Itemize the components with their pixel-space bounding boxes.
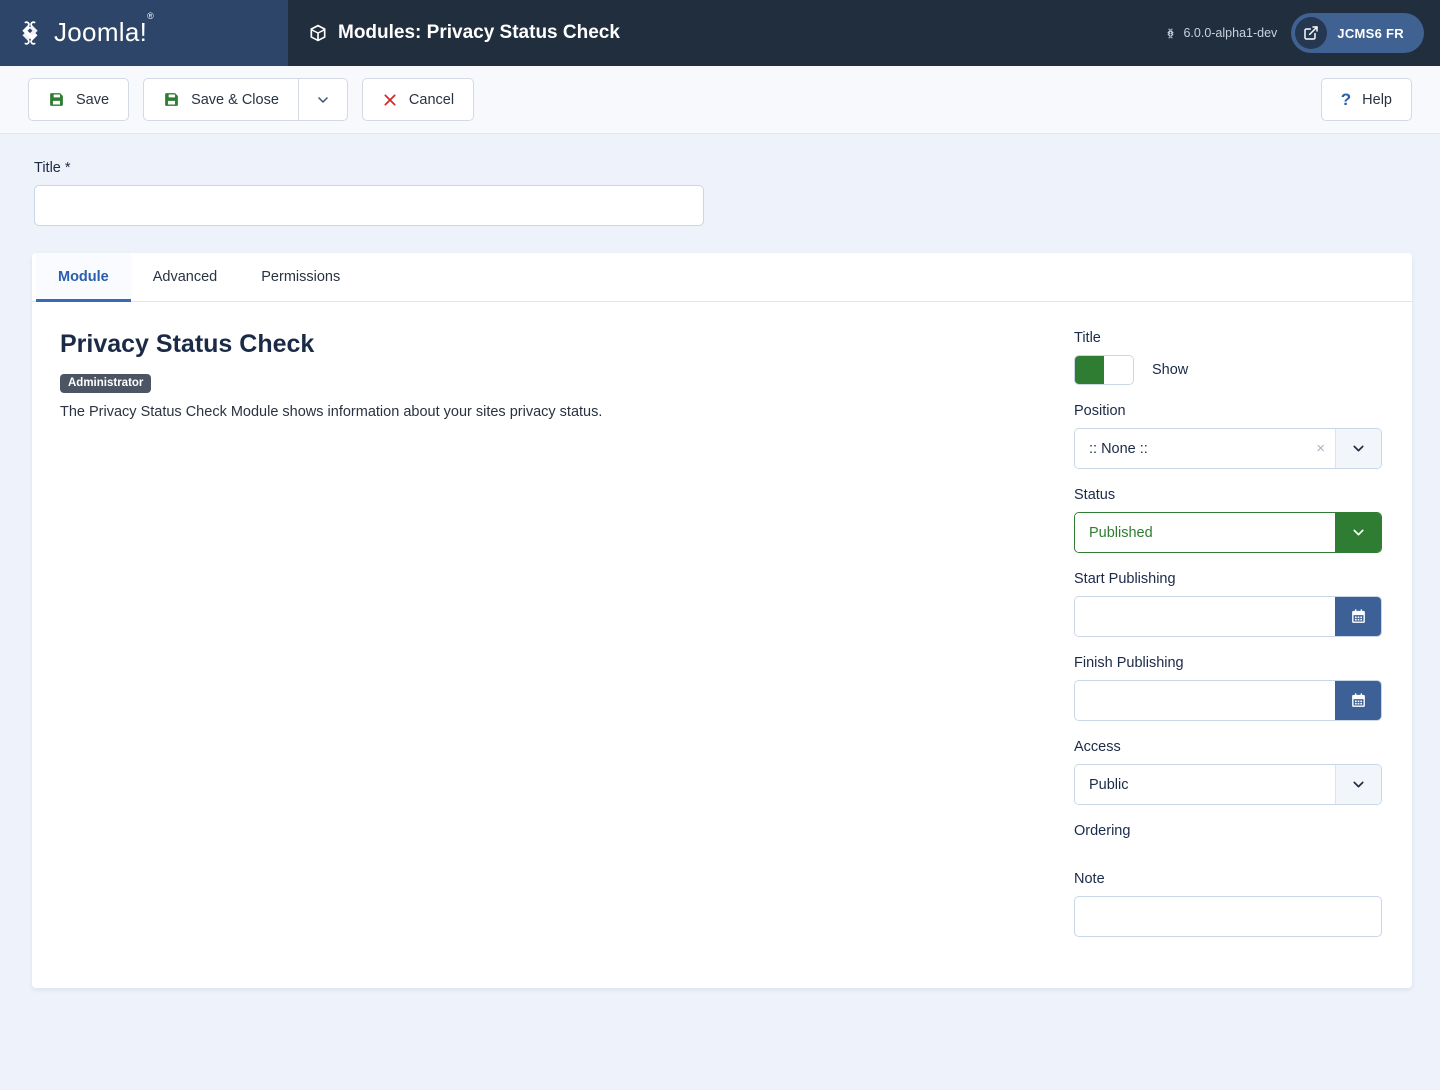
save-close-button-label: Save & Close [191, 91, 279, 108]
client-badge: Administrator [60, 374, 152, 393]
position-clear-icon[interactable]: × [1306, 429, 1335, 468]
show-title-toggle-label: Show [1152, 362, 1189, 378]
joomla-mini-icon [1167, 28, 1175, 38]
chevron-down-icon [1353, 445, 1364, 452]
help-button[interactable]: ? Help [1320, 78, 1412, 121]
start-publishing-field: Start Publishing [1074, 571, 1382, 637]
app-header: Joomla!® Modules: Privacy Status Check 6… [0, 0, 1440, 66]
tab-advanced-label: Advanced [152, 269, 218, 285]
brand-wordmark: Joomla!® [54, 10, 155, 47]
cube-icon [310, 24, 326, 42]
access-label: Access [1074, 739, 1121, 755]
status-label: Status [1074, 487, 1116, 503]
toggle-off-segment [1104, 356, 1133, 384]
position-field: Position :: None :: × [1074, 403, 1382, 469]
save-icon [50, 93, 63, 106]
save-button[interactable]: Save [28, 78, 130, 121]
editor-toolbar: Save Save & Close Cancel ? Help [0, 66, 1440, 134]
access-value: Public [1075, 765, 1335, 804]
editor-panel-wrap: Module Advanced Permissions Privacy Stat… [0, 226, 1440, 988]
close-icon [384, 93, 396, 106]
position-value: :: None :: [1075, 429, 1307, 468]
help-button-label: Help [1362, 91, 1392, 108]
title-field-label: Title * [34, 160, 71, 176]
save-button-label: Save [76, 91, 110, 108]
cancel-button-label: Cancel [408, 91, 455, 108]
tab-module[interactable]: Module [36, 253, 131, 302]
question-mark-icon: ? [1340, 89, 1352, 109]
show-title-field: Title Show [1074, 330, 1382, 385]
ordering-label: Ordering [1074, 823, 1131, 839]
tab-permissions-label: Permissions [261, 269, 341, 285]
title-field-block: Title * [0, 134, 1440, 226]
version-text: 6.0.0-alpha1-dev [1183, 26, 1278, 40]
version-badge: 6.0.0-alpha1-dev [1164, 26, 1277, 40]
status-value: Published [1075, 513, 1335, 552]
external-link-icon [1295, 17, 1328, 49]
module-options-sidebar: Title Show Position :: None :: × Status … [1074, 330, 1382, 955]
ordering-field: Ordering [1074, 823, 1382, 839]
show-title-toggle-row: Show [1074, 355, 1382, 385]
module-description: The Privacy Status Check Module shows in… [60, 404, 603, 420]
visit-site-button[interactable]: JCMS6 FR [1291, 13, 1424, 53]
module-name: Privacy Status Check [60, 330, 315, 358]
joomla-logo-icon [22, 21, 38, 45]
calendar-icon [1352, 693, 1365, 707]
show-title-toggle[interactable] [1074, 355, 1134, 385]
toggle-on-segment [1075, 356, 1104, 384]
start-publishing-value[interactable] [1075, 597, 1335, 636]
save-close-group: Save & Close [143, 78, 348, 121]
save-close-button[interactable]: Save & Close [143, 78, 298, 121]
module-info-section: Privacy Status Check Administrator The P… [60, 330, 1074, 955]
note-field: Note [1074, 871, 1382, 937]
chevron-down-icon [318, 96, 328, 103]
finish-publishing-label: Finish Publishing [1074, 655, 1184, 671]
note-label: Note [1074, 871, 1105, 887]
access-dropdown-toggle[interactable] [1335, 765, 1381, 804]
header-right-group: 6.0.0-alpha1-dev JCMS6 FR [1164, 0, 1440, 66]
tab-bar: Module Advanced Permissions [32, 253, 1412, 302]
chevron-down-icon [1353, 781, 1364, 788]
note-input[interactable] [1074, 896, 1382, 937]
tab-permissions[interactable]: Permissions [239, 253, 362, 302]
page-title-text: Modules: Privacy Status Check [338, 22, 620, 43]
access-field: Access Public [1074, 739, 1382, 805]
visit-site-label: JCMS6 FR [1337, 25, 1404, 41]
finish-publishing-calendar-button[interactable] [1335, 681, 1381, 720]
access-select[interactable]: Public [1074, 764, 1382, 805]
position-label: Position [1074, 403, 1126, 419]
status-select[interactable]: Published [1074, 512, 1382, 553]
start-publishing-control [1074, 596, 1382, 637]
start-publishing-calendar-button[interactable] [1335, 597, 1381, 636]
tab-advanced[interactable]: Advanced [131, 253, 240, 302]
start-publishing-label: Start Publishing [1074, 571, 1176, 587]
save-options-dropdown-toggle[interactable] [297, 78, 348, 121]
editor-panel: Module Advanced Permissions Privacy Stat… [32, 253, 1412, 988]
status-field: Status Published [1074, 487, 1382, 553]
toolbar-right-group: ? Help [1320, 78, 1412, 121]
brand-logo-panel[interactable]: Joomla!® [0, 0, 288, 66]
position-select[interactable]: :: None :: × [1074, 428, 1382, 469]
save-icon [165, 93, 178, 106]
finish-publishing-control [1074, 680, 1382, 721]
chevron-down-icon [1353, 529, 1364, 536]
show-title-label: Title [1074, 330, 1101, 346]
cancel-button[interactable]: Cancel [361, 78, 475, 121]
tab-module-label: Module [58, 269, 109, 285]
position-dropdown-toggle[interactable] [1335, 429, 1381, 468]
finish-publishing-field: Finish Publishing [1074, 655, 1382, 721]
finish-publishing-value[interactable] [1075, 681, 1335, 720]
title-input[interactable] [34, 185, 704, 226]
status-dropdown-toggle[interactable] [1335, 513, 1381, 552]
page-title: Modules: Privacy Status Check [288, 0, 620, 66]
calendar-icon [1352, 609, 1365, 623]
panel-body: Privacy Status Check Administrator The P… [32, 302, 1412, 955]
